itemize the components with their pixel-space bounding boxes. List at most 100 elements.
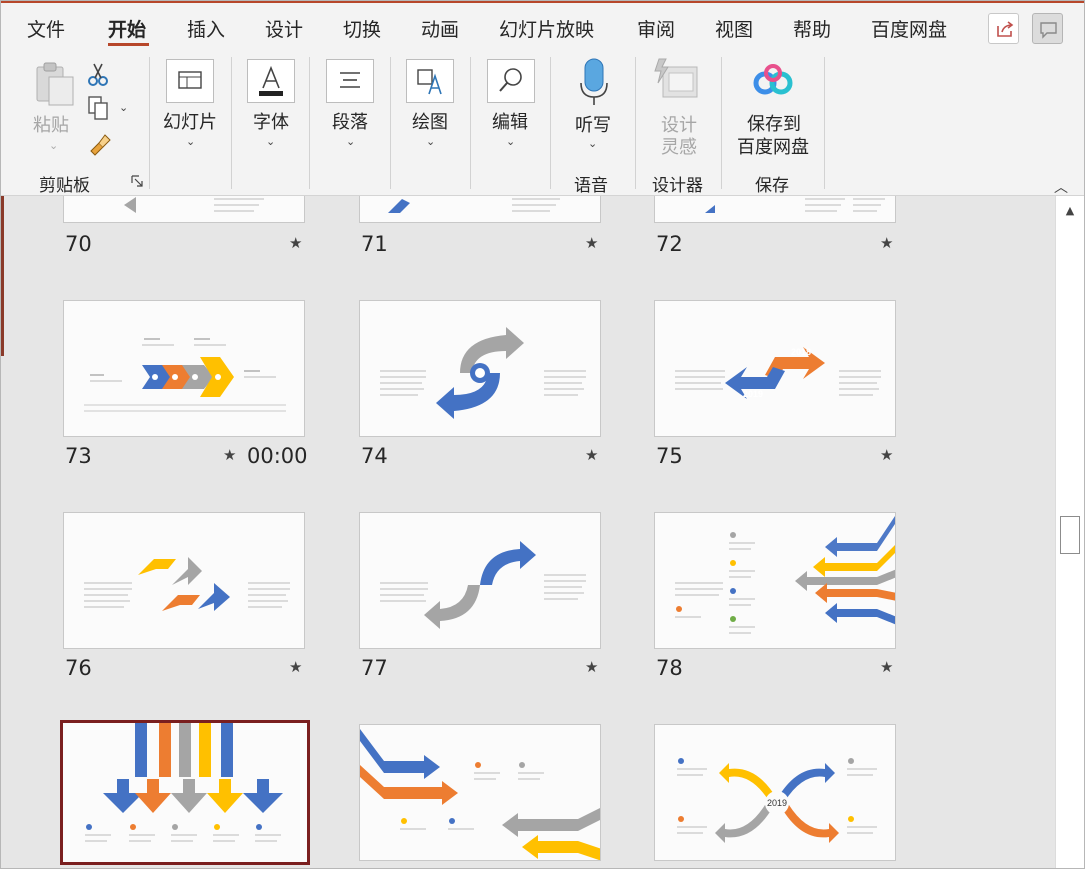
slide-transition-star-icon: ★ [585,658,599,676]
slide-75-year-top: 2018 [791,347,812,357]
slide-number-76: 76 [65,656,92,680]
scroll-up-arrow-icon[interactable]: ▲ [1059,201,1081,221]
scrollbar-thumb[interactable] [1060,516,1080,554]
baidu-netdisk-icon[interactable] [751,63,795,99]
paragraph-button-label[interactable]: 段落 [332,108,368,134]
slide-number-75: 75 [656,444,683,468]
slide-thumbnail-70[interactable] [63,196,305,223]
tab-animations[interactable]: 动画 [421,15,459,42]
group-separator [721,57,722,189]
paste-button-label[interactable]: 粘贴 [33,111,69,137]
slide-transition-star-icon: ★ [289,234,303,252]
group-label-designer: 设计器 [652,176,703,196]
tab-insert[interactable]: 插入 [187,15,225,42]
slide-thumbnail-72[interactable] [654,196,896,223]
slide-transition-star-icon: ★ [585,234,599,252]
slide-number-77: 77 [361,656,388,680]
editing-dropdown-chevron-icon[interactable]: ⌄ [506,135,515,148]
group-separator [309,57,310,189]
group-separator [149,57,150,189]
pane-edge-marker [1,196,4,356]
cut-icon[interactable] [87,61,109,87]
tab-baidu-netdisk[interactable]: 百度网盘 [871,15,947,42]
share-button[interactable] [988,13,1019,44]
slide-81-year-center: 2019 [767,798,788,808]
tab-view[interactable]: 视图 [715,15,753,42]
tab-help[interactable]: 帮助 [793,15,831,42]
design-ideas-label-line2[interactable]: 灵感 [661,133,697,159]
slide-transition-star-icon: ★ [880,446,894,464]
dictate-dropdown-chevron-icon[interactable]: ⌄ [588,137,597,150]
paragraph-dropdown-chevron-icon[interactable]: ⌄ [346,135,355,148]
slide-thumbnail-80[interactable] [359,724,601,861]
slide-thumbnail-71[interactable] [359,196,601,223]
collapse-ribbon-chevron-icon[interactable]: ︿ [1054,177,1068,197]
shapes-icon [417,69,442,95]
tab-review[interactable]: 审阅 [637,15,675,42]
tab-design[interactable]: 设计 [265,15,303,42]
slide-thumbnail-76[interactable] [63,512,305,649]
editing-button-label[interactable]: 编辑 [492,108,528,134]
tab-slideshow[interactable]: 幻灯片放映 [499,15,594,42]
slide-thumbnail-74[interactable] [359,300,601,437]
group-separator [824,57,825,189]
group-label-clipboard: 剪贴板 [39,176,90,196]
slides-dropdown-chevron-icon[interactable]: ⌄ [186,135,195,148]
slide-transition-star-icon: ★ [223,446,237,464]
slide-thumbnail-78[interactable] [654,512,896,649]
font-button[interactable] [247,59,295,103]
slide-number-73: 73 [65,444,92,468]
slide-sorter-pane[interactable]: 70 ★ 71 ★ 72 ★ 2018 2019 73 ★ 00:00 74 ★… [1,196,1055,868]
powerpoint-window: 文件 开始 插入 设计 切换 动画 幻灯片放映 审阅 视图 帮助 百度网盘 粘贴… [0,0,1085,869]
slide-timing: 00:00 [247,444,308,468]
slide-thumbnail-75[interactable]: 2018 2019 [654,300,896,437]
drawing-button[interactable] [406,59,454,103]
slide-thumbnail-79-selected[interactable] [60,720,310,865]
slide-number-71: 71 [361,232,388,256]
slide-transition-star-icon: ★ [585,446,599,464]
tab-file[interactable]: 文件 [27,15,65,42]
slide-number-74: 74 [361,444,388,468]
slide-number-78: 78 [656,656,683,680]
group-separator [231,57,232,189]
paste-dropdown-chevron-icon[interactable]: ⌄ [49,139,58,152]
drawing-button-label[interactable]: 绘图 [412,108,448,134]
copy-dropdown-chevron-icon[interactable]: ⌄ [119,101,128,114]
format-painter-icon[interactable] [87,131,113,157]
comments-button[interactable] [1032,13,1063,44]
slide-thumbnail-81[interactable]: 2019 [654,724,896,861]
slide-transition-star-icon: ★ [880,234,894,252]
font-color-icon [259,65,283,96]
font-button-label[interactable]: 字体 [253,108,289,134]
slides-button[interactable] [166,59,214,103]
tab-transitions[interactable]: 切换 [343,15,381,42]
group-separator [550,57,551,189]
group-label-voice: 语音 [574,176,608,196]
copy-icon[interactable] [87,95,111,121]
paste-icon[interactable] [31,59,79,109]
designer-icon[interactable] [653,57,701,103]
new-slide-icon [178,71,202,89]
slides-button-label[interactable]: 幻灯片 [163,108,217,134]
group-separator [390,57,391,189]
font-dropdown-chevron-icon[interactable]: ⌄ [266,135,275,148]
slide-number-70: 70 [65,232,92,256]
vertical-scrollbar[interactable]: ▲ [1055,196,1084,868]
paragraph-button[interactable] [326,59,374,103]
drawing-dropdown-chevron-icon[interactable]: ⌄ [426,135,435,148]
comment-icon [1040,22,1057,39]
dictate-button-label[interactable]: 听写 [575,111,611,137]
clipboard-dialog-launcher-icon[interactable] [131,175,143,187]
slide-thumbnail-77[interactable] [359,512,601,649]
ribbon-tab-bar: 文件 开始 插入 设计 切换 动画 幻灯片放映 审阅 视图 帮助 百度网盘 [1,1,1084,51]
group-label-save: 保存 [755,176,789,196]
paragraph-align-icon [340,72,360,88]
save-to-baidu-label-line2[interactable]: 百度网盘 [737,133,809,159]
editing-button[interactable] [487,59,535,103]
ribbon-home: 粘贴 ⌄ ⌄ 剪贴板 幻灯片 ⌄ 字体 ⌄ 段落 ⌄ 绘图 ⌄ 编辑 ⌄ 听写 … [1,51,1084,196]
share-icon [997,21,1014,37]
tab-home[interactable]: 开始 [108,15,146,42]
slide-transition-star-icon: ★ [880,658,894,676]
microphone-icon[interactable] [574,57,614,107]
slide-thumbnail-73[interactable] [63,300,305,437]
